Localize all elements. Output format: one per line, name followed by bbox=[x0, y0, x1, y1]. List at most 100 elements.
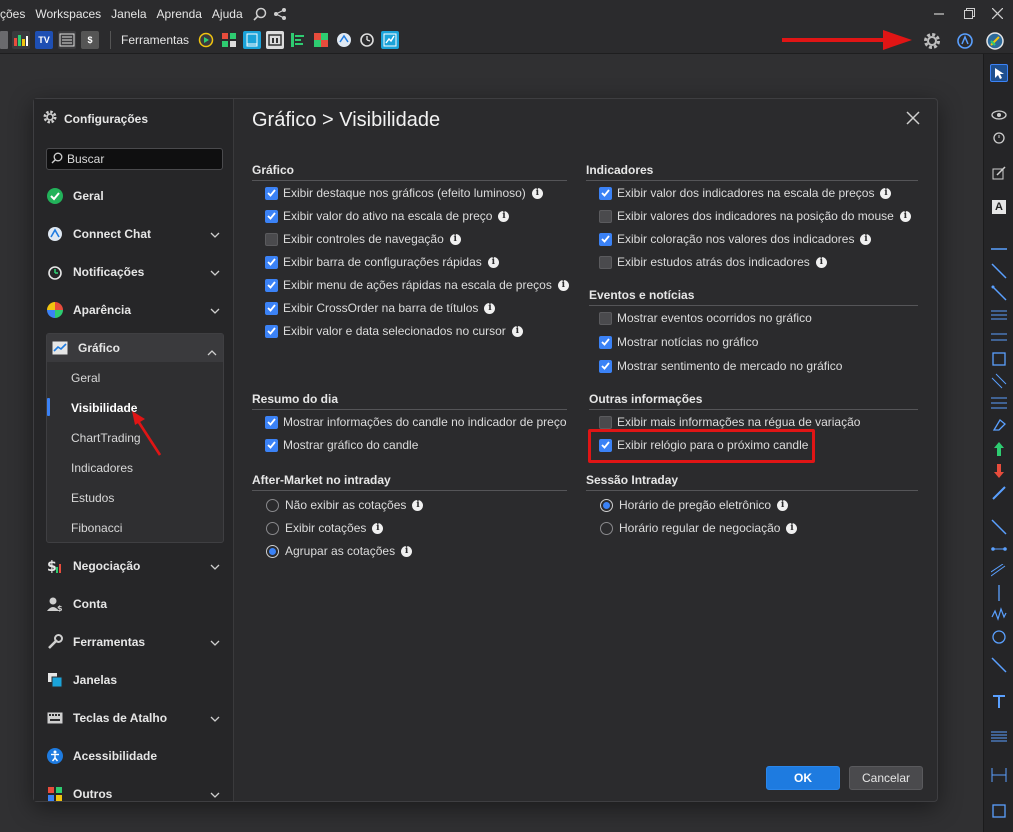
checkbox-checked[interactable] bbox=[265, 324, 278, 338]
option-horario-regular[interactable]: Horário regular de negociação i bbox=[600, 521, 798, 535]
checkbox-checked[interactable] bbox=[265, 255, 278, 269]
menu-item-aprenda[interactable]: Aprenda bbox=[152, 7, 207, 21]
checkbox-unchecked[interactable] bbox=[599, 255, 612, 269]
sidebar-item-ferramentas[interactable]: Ferramentas bbox=[46, 627, 224, 657]
sidebar-item-aparencia[interactable]: Aparência bbox=[46, 295, 224, 325]
checkbox-checked[interactable] bbox=[265, 278, 278, 292]
sidebar-item-conta[interactable]: $ Conta bbox=[46, 589, 224, 619]
sidebar-item-grafico[interactable]: Gráfico bbox=[47, 334, 223, 362]
option-controles-navegacao[interactable]: Exibir controles de navegação i bbox=[265, 232, 461, 246]
news-icon[interactable] bbox=[58, 31, 76, 49]
checkbox-checked[interactable] bbox=[265, 186, 278, 200]
chat-icon[interactable] bbox=[335, 31, 354, 49]
brush-tool-icon[interactable] bbox=[990, 484, 1008, 502]
radio-selected[interactable] bbox=[266, 544, 279, 558]
info-icon[interactable]: i bbox=[449, 233, 461, 245]
info-icon[interactable]: i bbox=[557, 279, 569, 291]
partial-icon[interactable] bbox=[0, 31, 8, 49]
radio-unselected[interactable] bbox=[266, 521, 279, 535]
edit-tool-icon[interactable] bbox=[990, 164, 1008, 182]
subnav-fibonacci[interactable]: Fibonacci bbox=[71, 521, 122, 535]
connect-icon[interactable] bbox=[955, 31, 975, 51]
subnav-geral[interactable]: Geral bbox=[71, 371, 100, 385]
info-icon[interactable]: i bbox=[412, 499, 424, 511]
option-valores-mouse[interactable]: Exibir valores dos indicadores na posiçã… bbox=[599, 209, 911, 223]
horizontal-line-tool-icon[interactable] bbox=[990, 240, 1008, 258]
search-icon[interactable] bbox=[252, 6, 268, 22]
radio-unselected[interactable] bbox=[600, 521, 613, 535]
tv-icon[interactable]: TV bbox=[35, 31, 53, 49]
option-menu-acoes[interactable]: Exibir menu de ações rápidas na escala d… bbox=[265, 278, 569, 292]
menu-item-settings[interactable]: ções bbox=[0, 7, 30, 21]
option-regua-variacao[interactable]: Exibir mais informações na régua de vari… bbox=[599, 415, 860, 429]
info-icon[interactable]: i bbox=[880, 187, 892, 199]
text-tool-icon[interactable]: A bbox=[992, 200, 1006, 214]
option-valor-data-cursor[interactable]: Exibir valor e data selecionados no curs… bbox=[265, 324, 523, 338]
subnav-indicadores[interactable]: Indicadores bbox=[71, 461, 133, 475]
checkbox-unchecked[interactable] bbox=[599, 311, 612, 325]
sidebar-item-geral[interactable]: Geral bbox=[46, 181, 224, 211]
range-tool-icon[interactable] bbox=[990, 766, 1008, 784]
checkbox-checked[interactable] bbox=[265, 301, 278, 315]
option-coloracao[interactable]: Exibir coloração nos valores dos indicad… bbox=[599, 232, 872, 246]
strategy-icon[interactable] bbox=[12, 31, 30, 49]
compass-icon[interactable] bbox=[985, 31, 1005, 51]
search-input[interactable] bbox=[67, 152, 217, 166]
settings-gear-icon[interactable] bbox=[922, 31, 942, 51]
checkbox-checked[interactable] bbox=[265, 209, 278, 223]
option-pregao-eletronico[interactable]: Horário de pregão eletrônico i bbox=[600, 498, 789, 512]
sidebar-item-connect-chat[interactable]: Connect Chat bbox=[46, 219, 224, 249]
info-icon[interactable]: i bbox=[531, 187, 543, 199]
menu-item-janela[interactable]: Janela bbox=[106, 7, 151, 21]
option-nao-exibir-cotacoes[interactable]: Não exibir as cotações i bbox=[266, 498, 424, 512]
measure-tool-icon[interactable] bbox=[990, 540, 1008, 558]
calculator-icon[interactable] bbox=[381, 31, 400, 49]
info-icon[interactable]: i bbox=[498, 210, 510, 222]
circle-tool-icon[interactable] bbox=[990, 628, 1008, 646]
heatmap-icon[interactable] bbox=[312, 31, 331, 49]
radio-unselected[interactable] bbox=[266, 498, 279, 512]
option-info-candle[interactable]: Mostrar informações do candle no indicad… bbox=[265, 415, 567, 429]
cursor-tool-icon[interactable] bbox=[990, 64, 1008, 82]
option-agrupar-cotacoes[interactable]: Agrupar as cotações i bbox=[266, 544, 413, 558]
checkbox-checked[interactable] bbox=[265, 438, 278, 452]
info-icon[interactable]: i bbox=[511, 325, 523, 337]
wave-tool-icon[interactable] bbox=[990, 606, 1008, 624]
info-icon[interactable]: i bbox=[815, 256, 827, 268]
close-icon[interactable] bbox=[906, 111, 922, 127]
levels-tool-icon[interactable] bbox=[990, 728, 1008, 746]
ladder-icon[interactable] bbox=[289, 31, 308, 49]
option-eventos-ocorridos[interactable]: Mostrar eventos ocorridos no gráfico bbox=[599, 311, 812, 325]
option-crossorder[interactable]: Exibir CrossOrder na barra de títulos i bbox=[265, 301, 496, 315]
ray-tool-icon[interactable] bbox=[990, 284, 1008, 302]
sidebar-item-negociacao[interactable]: $ Negociação bbox=[46, 551, 224, 581]
cancel-button[interactable]: Cancelar bbox=[849, 766, 923, 790]
sidebar-item-acessibilidade[interactable]: Acessibilidade bbox=[46, 741, 224, 771]
info-icon[interactable]: i bbox=[777, 499, 789, 511]
option-grafico-candle[interactable]: Mostrar gráfico do candle bbox=[265, 438, 418, 452]
share-icon[interactable] bbox=[272, 6, 288, 22]
option-destaque[interactable]: Exibir destaque nos gráficos (efeito lum… bbox=[265, 186, 543, 200]
checkbox-checked[interactable] bbox=[265, 415, 278, 429]
fibonacci-tool-icon[interactable] bbox=[990, 394, 1008, 412]
ok-button[interactable]: OK bbox=[766, 766, 840, 790]
buy-arrow-tool-icon[interactable] bbox=[990, 440, 1008, 458]
option-barra-configuracoes[interactable]: Exibir barra de configurações rápidas i bbox=[265, 255, 499, 269]
sidebar-item-teclas-de-atalho[interactable]: Teclas de Atalho bbox=[46, 703, 224, 733]
tape-icon[interactable] bbox=[266, 31, 285, 49]
sidebar-item-outros[interactable]: Outros bbox=[46, 779, 224, 809]
checkbox-checked[interactable] bbox=[599, 359, 612, 373]
info-icon[interactable]: i bbox=[487, 256, 499, 268]
info-icon[interactable]: i bbox=[860, 233, 872, 245]
checkbox-unchecked[interactable] bbox=[599, 209, 612, 223]
subnav-estudos[interactable]: Estudos bbox=[71, 491, 114, 505]
option-valor-ativo[interactable]: Exibir valor do ativo na escala de preço… bbox=[265, 209, 510, 223]
text-t-tool-icon[interactable] bbox=[990, 692, 1008, 710]
sidebar-item-janelas[interactable]: Janelas bbox=[46, 665, 224, 695]
eye-tool-icon[interactable] bbox=[990, 106, 1008, 124]
checkbox-checked[interactable] bbox=[599, 186, 612, 200]
rectangle-tool-icon[interactable] bbox=[990, 350, 1008, 368]
vertical-line-tool-icon[interactable] bbox=[990, 584, 1008, 602]
checkbox-unchecked[interactable] bbox=[599, 415, 612, 429]
book-icon[interactable] bbox=[243, 31, 262, 49]
